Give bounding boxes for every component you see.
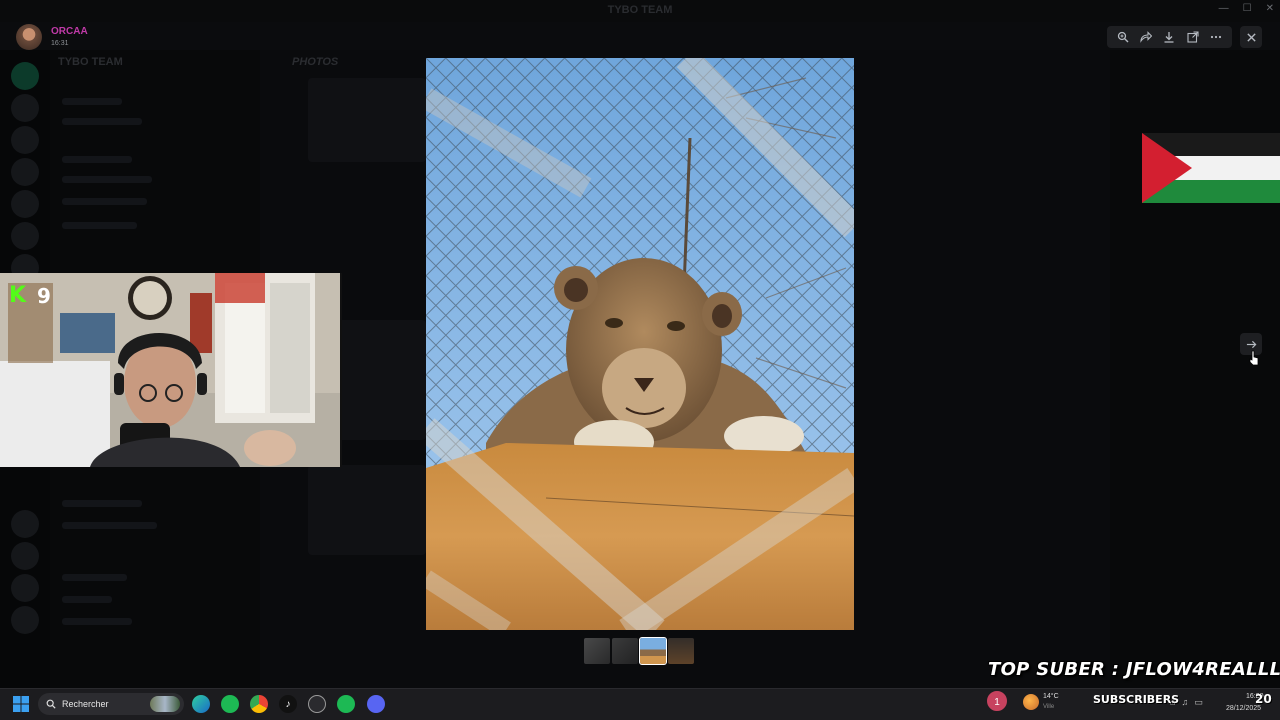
channel-title: PHOTOS: [292, 56, 339, 68]
tiktok-icon[interactable]: ♪: [279, 695, 297, 713]
server-name: TYBO TEAM: [58, 56, 123, 68]
battery-icon[interactable]: ▭: [1194, 697, 1203, 708]
close-viewer-button[interactable]: [1240, 26, 1262, 48]
title-bar: TYBO TEAM: [0, 0, 1280, 22]
search-placeholder: Rechercher: [62, 699, 109, 709]
minimize-icon[interactable]: —: [1219, 3, 1229, 14]
clock-date[interactable]: 28/12/2025: [1226, 705, 1261, 712]
viewer-image[interactable]: [426, 58, 854, 630]
top-suber-label: TOP SUBER : JFLOW4REALLL: [988, 659, 1280, 680]
mouse-cursor-icon: [1249, 350, 1259, 366]
obs-icon[interactable]: [308, 695, 326, 713]
thumbnail-active[interactable]: [639, 637, 667, 665]
taskbar-search[interactable]: Rechercher: [38, 693, 184, 715]
maximize-icon[interactable]: ☐: [1243, 3, 1252, 14]
subscribers-label: SUBSCRIBERS: [1093, 693, 1180, 706]
thumbnail[interactable]: [584, 638, 610, 664]
download-icon[interactable]: [1160, 28, 1178, 46]
notification-badge[interactable]: 1: [985, 689, 1009, 713]
zoom-icon[interactable]: [1114, 28, 1132, 46]
search-icon: [46, 699, 56, 709]
flag-icon: [1142, 133, 1280, 203]
more-icon[interactable]: [1207, 28, 1225, 46]
spotify-icon[interactable]: [221, 695, 239, 713]
forward-icon[interactable]: [1137, 28, 1155, 46]
open-external-icon[interactable]: [1184, 28, 1202, 46]
thumbnail[interactable]: [668, 638, 694, 664]
kick-viewer-badge: K 9: [9, 284, 51, 308]
edge-icon[interactable]: [192, 695, 210, 713]
webcam-feed: [0, 273, 342, 467]
window-title: TYBO TEAM: [607, 4, 673, 16]
author-name[interactable]: ORCAA: [51, 26, 88, 37]
kick-icon: K: [9, 283, 27, 308]
network-icon[interactable]: ⌂: [1170, 697, 1175, 708]
weather-temp: 14°C: [1043, 693, 1059, 700]
weather-icon[interactable]: [1023, 694, 1039, 710]
discord-icon[interactable]: [367, 695, 385, 713]
post-time: 16:31: [51, 40, 69, 47]
chrome-icon[interactable]: [250, 695, 268, 713]
notice-banner: [430, 22, 850, 44]
window-controls: — ☐ ✕: [1219, 3, 1274, 14]
viewer-toolbar: [1107, 26, 1232, 48]
spotify-icon[interactable]: [337, 695, 355, 713]
arrow-right-icon: [1246, 340, 1256, 348]
viewer-count: 9: [37, 284, 51, 308]
avatar[interactable]: [16, 24, 42, 50]
thumbnail[interactable]: [612, 638, 638, 664]
close-icon: [1246, 32, 1256, 42]
window-close-icon[interactable]: ✕: [1266, 3, 1274, 14]
subscribers-count: 20: [1255, 692, 1272, 706]
volume-icon[interactable]: ♫: [1181, 697, 1188, 708]
system-tray: ⌂ ♫ ▭: [1170, 697, 1203, 708]
weather-desc: Ville: [1043, 704, 1055, 710]
windows-start-icon[interactable]: [13, 696, 29, 712]
search-highlight-image: [150, 696, 180, 712]
thumbnail-strip: [584, 637, 694, 665]
